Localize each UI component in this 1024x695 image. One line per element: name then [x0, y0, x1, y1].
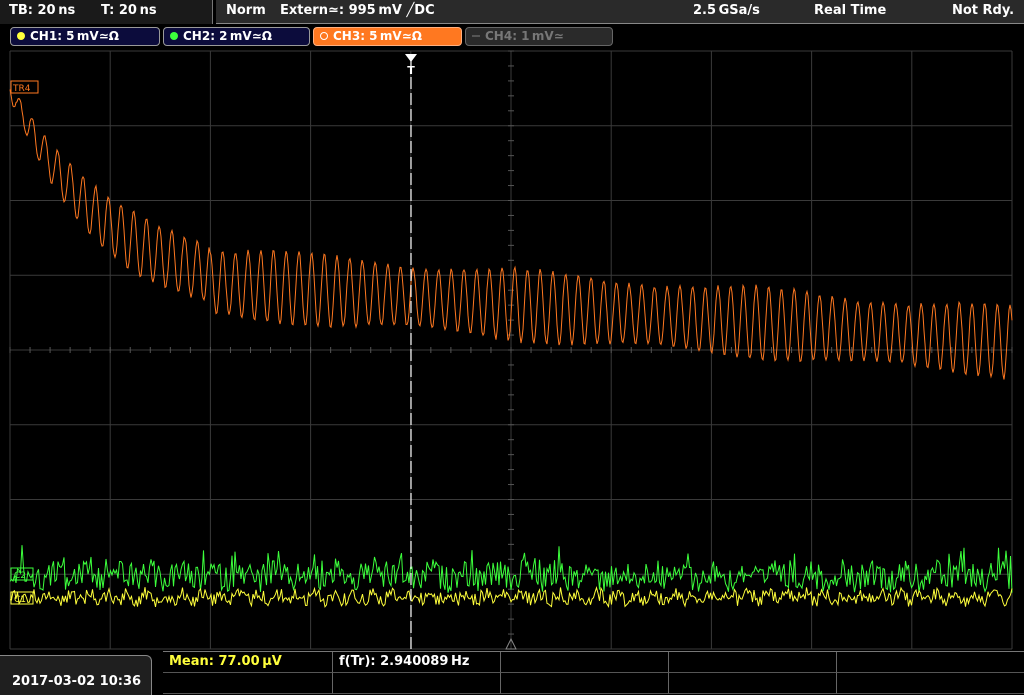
- channel-1-tab[interactable]: CH1: 5 mV≃Ω: [10, 27, 160, 46]
- channel-2-label: CH2: 2 mV≃Ω: [183, 29, 272, 43]
- measurement-3[interactable]: [501, 652, 669, 673]
- measurement-10[interactable]: [837, 673, 1024, 694]
- acquisition-mode-label[interactable]: Real Time: [814, 3, 886, 18]
- status-bar: TB: 20 ns T: 20 ns Norm Extern≃: 995 mV …: [0, 0, 1024, 24]
- channel-4-dot-icon: [472, 35, 480, 37]
- measurement-7[interactable]: [333, 673, 501, 694]
- channel-4-tab[interactable]: CH4: 1 mV≃: [465, 27, 613, 46]
- datetime-panel: 2017-03-02 10:36: [0, 655, 152, 695]
- measurement-1[interactable]: Mean: 77.00 µV: [163, 652, 333, 673]
- channel-2-dot-icon: [170, 32, 178, 40]
- measurement-panel[interactable]: Mean: 77.00 µV f(Tr): 2.940089 Hz: [163, 651, 1024, 695]
- channel-1-label: CH1: 5 mV≃Ω: [30, 29, 119, 43]
- channel-4-label: CH4: 1 mV≃: [485, 29, 564, 43]
- trigger-marker-label: T: [407, 64, 415, 77]
- channel-tab-row: CH1: 5 mV≃Ω CH2: 2 mV≃Ω CH3: 5 mV≃Ω CH4:…: [0, 24, 1024, 49]
- timebase-label[interactable]: TB: 20 ns: [9, 3, 75, 18]
- channel-3-marker-label: TR4: [12, 84, 31, 94]
- channel-1-marker-label: C1: [14, 595, 26, 605]
- waveform-display[interactable]: T TR4 C2 C1: [0, 49, 1024, 653]
- trigger-mode-label[interactable]: Norm: [226, 3, 266, 18]
- trigger-panel[interactable]: Norm Extern≃: 995 mV ╱DC 2.5 GSa/s Real …: [216, 0, 1024, 24]
- measurement-8[interactable]: [501, 673, 669, 694]
- measurement-2-value: f(Tr): 2.940089 Hz: [339, 654, 470, 669]
- measurement-1-value: Mean: 77.00 µV: [169, 654, 282, 669]
- measurement-9[interactable]: [669, 673, 837, 694]
- channel-3-label: CH3: 5 mV≃Ω: [333, 29, 422, 43]
- datetime-label: 2017-03-02 10:36: [12, 674, 142, 689]
- channel-3-tab[interactable]: CH3: 5 mV≃Ω: [313, 27, 462, 46]
- trigger-time-label[interactable]: T: 20 ns: [101, 3, 157, 18]
- channel-2-tab[interactable]: CH2: 2 mV≃Ω: [163, 27, 310, 46]
- sample-rate-label[interactable]: 2.5 GSa/s: [693, 3, 760, 18]
- measurement-2[interactable]: f(Tr): 2.940089 Hz: [333, 652, 501, 673]
- trigger-source-label[interactable]: Extern≃: 995 mV ╱DC: [280, 3, 435, 18]
- channel-3-dot-icon: [320, 32, 328, 40]
- status-label: Not Rdy.: [952, 3, 1015, 18]
- channel-1-dot-icon: [17, 32, 25, 40]
- channel-2-marker-label: C2: [14, 571, 26, 581]
- measurement-4[interactable]: [669, 652, 837, 673]
- measurement-5[interactable]: [837, 652, 1024, 673]
- measurement-6[interactable]: [163, 673, 333, 694]
- timebase-panel[interactable]: TB: 20 ns T: 20 ns: [0, 0, 213, 24]
